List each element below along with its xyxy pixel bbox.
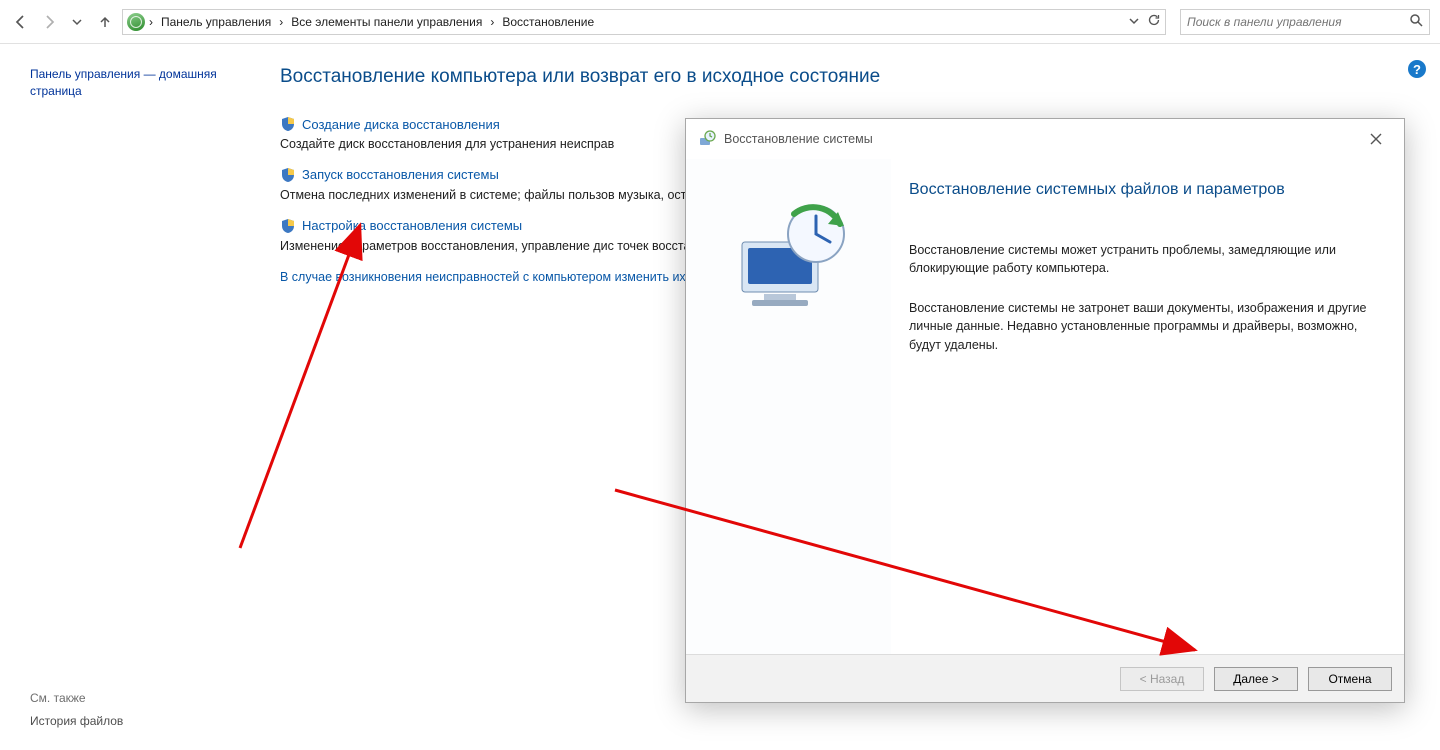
refresh-icon[interactable] xyxy=(1147,13,1161,30)
address-dropdown-icon[interactable] xyxy=(1129,15,1139,29)
page-title: Восстановление компьютера или возврат ег… xyxy=(280,66,1410,88)
address-bar: › Панель управления › Все элементы панел… xyxy=(0,0,1440,44)
dialog-heading: Восстановление системных файлов и параме… xyxy=(909,181,1380,199)
cancel-button[interactable]: Отмена xyxy=(1308,667,1392,691)
dialog-title-text: Восстановление системы xyxy=(724,132,873,146)
back-button: < Назад xyxy=(1120,667,1204,691)
dialog-illustration-pane xyxy=(686,159,891,654)
back-button[interactable] xyxy=(10,11,32,33)
dialog-paragraph: Восстановление системы не затронет ваши … xyxy=(909,299,1369,353)
dialog-content-pane: Восстановление системных файлов и параме… xyxy=(891,159,1404,654)
breadcrumb-item[interactable]: Панель управления xyxy=(157,15,275,29)
see-also-file-history[interactable]: История файлов xyxy=(30,714,123,728)
control-panel-icon xyxy=(127,13,145,31)
see-also-section: См. также История файлов xyxy=(30,691,123,730)
create-recovery-drive-link[interactable]: Создание диска восстановления xyxy=(302,117,500,132)
breadcrumb-item[interactable]: Восстановление xyxy=(498,15,598,29)
next-button[interactable]: Далее > xyxy=(1214,667,1298,691)
forward-button[interactable] xyxy=(38,11,60,33)
search-icon[interactable] xyxy=(1409,13,1423,30)
shield-icon xyxy=(280,167,296,183)
see-also-header: См. также xyxy=(30,691,123,705)
recent-locations-dropdown[interactable] xyxy=(66,11,88,33)
system-restore-icon xyxy=(698,130,716,148)
shield-icon xyxy=(280,218,296,234)
control-panel-home-link[interactable]: Панель управления — домашняя страница xyxy=(30,66,232,100)
dialog-paragraph: Восстановление системы может устранить п… xyxy=(909,241,1369,277)
sidebar: Панель управления — домашняя страница См… xyxy=(0,44,250,750)
search-box[interactable] xyxy=(1180,9,1430,35)
dialog-footer: < Назад Далее > Отмена xyxy=(686,654,1404,702)
dialog-titlebar: Восстановление системы xyxy=(686,119,1404,159)
shield-icon xyxy=(280,116,296,132)
system-restore-illustration-icon xyxy=(724,194,854,324)
start-system-restore-link[interactable]: Запуск восстановления системы xyxy=(302,167,499,182)
search-input[interactable] xyxy=(1187,15,1403,29)
up-button[interactable] xyxy=(94,11,116,33)
system-restore-dialog: Восстановление системы Восстановлени xyxy=(685,118,1405,703)
close-icon[interactable] xyxy=(1360,127,1392,151)
breadcrumb-item[interactable]: Все элементы панели управления xyxy=(287,15,486,29)
configure-system-restore-link[interactable]: Настройка восстановления системы xyxy=(302,218,522,233)
breadcrumb[interactable]: › Панель управления › Все элементы панел… xyxy=(122,9,1166,35)
